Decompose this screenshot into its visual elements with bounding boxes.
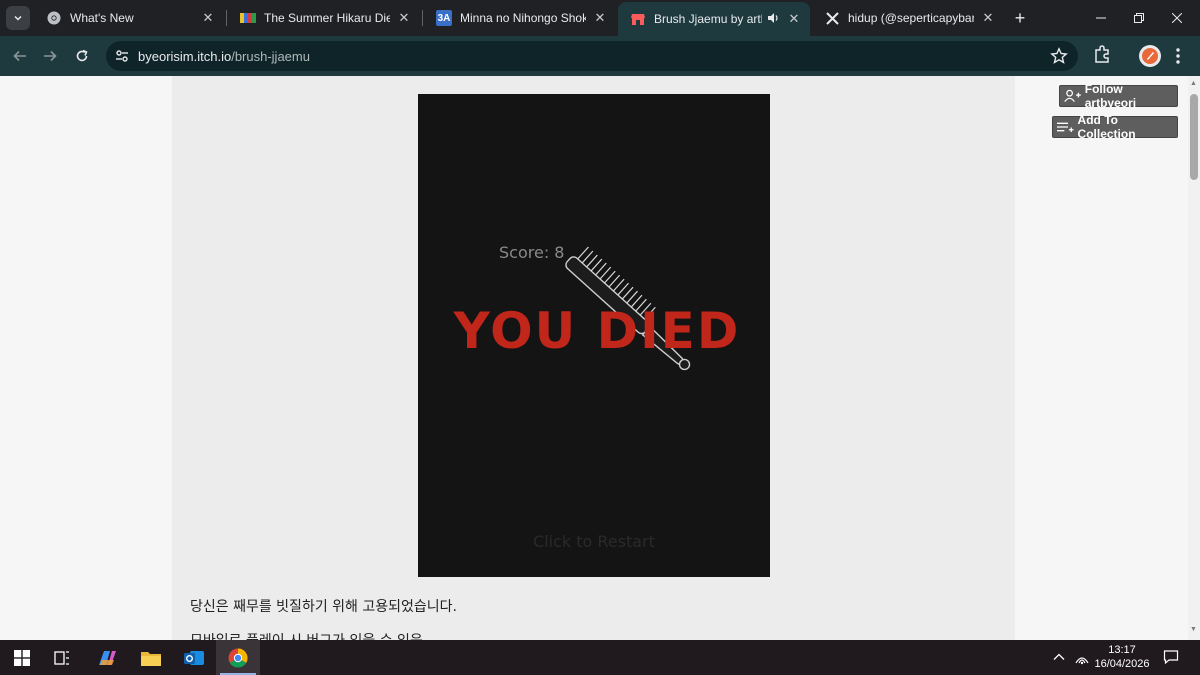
extensions-icon[interactable] xyxy=(1092,44,1112,64)
address-bar[interactable]: byeorisim.itch.io/brush-jjaemu xyxy=(106,41,1078,71)
reload-button[interactable] xyxy=(70,44,94,68)
close-window-button[interactable] xyxy=(1154,0,1200,36)
forward-button[interactable] xyxy=(38,44,62,68)
close-icon[interactable]: ✕ xyxy=(786,11,802,27)
tab-separator xyxy=(422,10,423,26)
you-died-text: YOU DIED xyxy=(453,302,741,360)
chrome-icon xyxy=(228,648,248,668)
windows-logo-icon xyxy=(14,649,30,666)
site-favicon xyxy=(240,10,256,26)
task-view-icon xyxy=(54,650,69,665)
tab-title: Minna no Nihongo Shokyu I xyxy=(460,11,586,25)
description-line: 모바일로 플레이 시 버그가 있을 수 있음. xyxy=(190,630,427,640)
restart-prompt[interactable]: Click to Restart xyxy=(418,532,770,551)
copilot-icon xyxy=(99,650,116,665)
start-button[interactable] xyxy=(0,640,44,675)
follow-button-label: Follow artbyeori xyxy=(1084,82,1137,110)
copilot-button[interactable] xyxy=(85,640,129,675)
tab-title: hidup (@seperticapybara) / xyxy=(848,11,974,25)
new-tab-button[interactable]: + xyxy=(1010,8,1030,28)
tab-strip: What's New ✕ The Summer Hikaru Died No ✕… xyxy=(0,0,1200,36)
clock-time: 13:17 xyxy=(1108,644,1136,656)
chrome-icon xyxy=(46,10,62,26)
back-button[interactable] xyxy=(8,44,32,68)
outlook-button[interactable] xyxy=(172,640,216,675)
add-to-collection-button[interactable]: Add To Collection xyxy=(1052,113,1178,141)
profile-avatar[interactable] xyxy=(1139,45,1161,67)
close-icon xyxy=(1172,13,1182,23)
arrow-right-icon xyxy=(44,50,57,62)
folder-icon xyxy=(141,651,161,666)
close-icon[interactable]: ✕ xyxy=(592,10,608,26)
network-icon[interactable] xyxy=(1074,649,1090,665)
tab-whats-new[interactable]: What's New ✕ xyxy=(34,4,224,32)
tab-hidup-x[interactable]: hidup (@seperticapybara) / ✕ xyxy=(812,4,1004,32)
clock-date: 16/04/2026 xyxy=(1094,658,1150,670)
scroll-thumb[interactable] xyxy=(1190,94,1198,180)
tab-title: The Summer Hikaru Died No xyxy=(264,11,390,25)
tab-separator xyxy=(226,10,227,26)
page-scrollbar[interactable]: ▲ ▼ xyxy=(1188,76,1200,640)
reload-icon xyxy=(76,49,88,62)
close-icon[interactable]: ✕ xyxy=(396,10,412,26)
taskbar-clock[interactable]: 13:17 16/04/2026 xyxy=(1092,643,1152,671)
restore-icon xyxy=(1134,13,1144,23)
arrow-left-icon xyxy=(13,50,26,62)
description-line: 당신은 째무를 빗질하기 위해 고용되었습니다. xyxy=(190,599,457,615)
scroll-up-arrow-icon[interactable]: ▲ xyxy=(1190,80,1197,87)
url-text: byeorisim.itch.io/brush-jjaemu xyxy=(138,49,310,64)
speaker-icon[interactable] xyxy=(766,11,780,28)
scroll-down-arrow-icon[interactable]: ▼ xyxy=(1190,626,1197,633)
task-view-button[interactable] xyxy=(40,640,84,675)
browser-toolbar: byeorisim.itch.io/brush-jjaemu xyxy=(0,36,1200,76)
score-label: Score: 8 xyxy=(499,243,565,262)
tab-title: What's New xyxy=(70,11,134,25)
url-host: byeorisim.itch.io xyxy=(138,49,232,64)
tab-title: Brush Jjaemu by artbyeor xyxy=(654,12,762,26)
outlook-icon xyxy=(184,650,204,665)
game-canvas[interactable]: Score: 8 YOU DIED Click to Restart xyxy=(418,94,770,577)
more-menu-icon[interactable] xyxy=(1175,47,1181,65)
collection-button-label: Add To Collection xyxy=(1077,113,1136,141)
close-icon[interactable]: ✕ xyxy=(980,10,996,26)
avatar-icon xyxy=(1142,48,1158,64)
url-path: /brush-jjaemu xyxy=(231,49,310,64)
add-user-icon xyxy=(1064,89,1081,102)
chevron-down-icon xyxy=(14,15,22,21)
follow-button[interactable]: Follow artbyeori xyxy=(1059,82,1178,110)
tab-brush-jjaemu[interactable]: Brush Jjaemu by artbyeor ✕ xyxy=(618,2,810,36)
notifications-icon[interactable] xyxy=(1163,649,1179,665)
you-died-label: YOU DIED xyxy=(453,302,741,360)
site-settings-icon[interactable] xyxy=(114,48,130,64)
bookmark-star-icon[interactable] xyxy=(1050,47,1068,65)
tab-minna-no-nihongo[interactable]: 3A Minna no Nihongo Shokyu I ✕ xyxy=(424,4,616,32)
minimize-icon xyxy=(1096,17,1106,19)
tab-search-button[interactable] xyxy=(6,6,30,30)
page-viewport: Score: 8 YOU DIED Click to Restart Follo… xyxy=(0,76,1188,640)
close-icon[interactable]: ✕ xyxy=(200,10,216,26)
file-explorer-button[interactable] xyxy=(129,640,173,675)
show-hidden-icons-icon[interactable] xyxy=(1052,650,1066,664)
itch-icon xyxy=(630,11,646,27)
windows-taskbar: 13:17 16/04/2026 xyxy=(0,640,1200,675)
tab-summer-hikaru[interactable]: The Summer Hikaru Died No ✕ xyxy=(228,4,420,32)
x-icon xyxy=(824,10,840,26)
add-to-list-icon xyxy=(1057,122,1074,133)
chrome-taskbar-button[interactable] xyxy=(216,640,260,675)
3a-favicon: 3A xyxy=(436,10,452,26)
